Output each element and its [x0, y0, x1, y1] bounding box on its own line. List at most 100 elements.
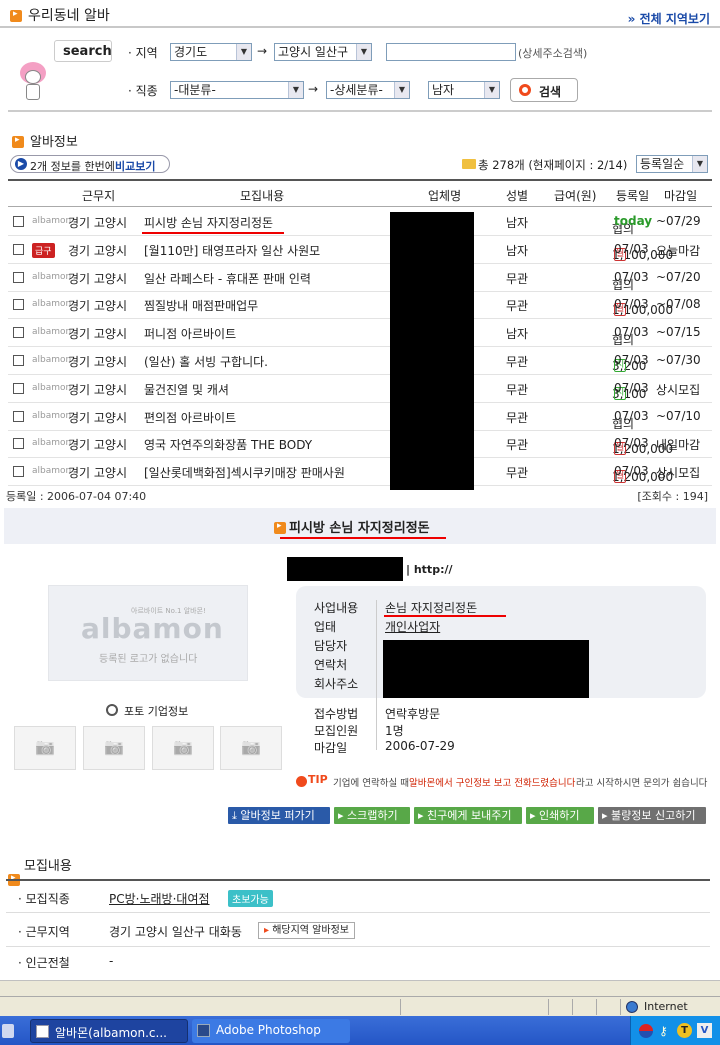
horizontal-scrollbar[interactable] [0, 980, 720, 996]
tip-label: TIP [308, 773, 328, 786]
field-label: 마감일 [314, 741, 348, 755]
tray-icon[interactable]: T [677, 1023, 692, 1038]
table-row[interactable]: 급구 경기 고양시 [월110만] 태영프라자 일산 사원모 남자 1,100,000 월… [8, 236, 712, 264]
row-checkbox[interactable] [13, 243, 24, 255]
table-row[interactable]: albamon 경기 고양시 물건진열 및 캐셔 무관 3,100 시 07/03 상시모집 [8, 375, 712, 403]
row-checkbox[interactable] [13, 299, 24, 311]
compare-box[interactable]: ▶ 2개 정보를 한번에 비교보기 [10, 155, 170, 173]
row-title-link[interactable]: 일산 라페스타 - 휴대폰 판매 인력 [144, 270, 311, 287]
area-link[interactable]: ▸ 해당지역 알바정보 [258, 922, 355, 939]
security-zone: Internet [644, 1000, 688, 1013]
scrap-button[interactable]: ▸ 스크랩하기 [334, 807, 410, 824]
row-gender: 무관 [506, 382, 529, 397]
search-button[interactable]: 검색 [510, 78, 578, 102]
status-bar: Internet [0, 996, 720, 1016]
job-select-category[interactable]: -대분류- ▼ [170, 81, 304, 99]
chevron-down-icon: ▼ [236, 44, 251, 60]
photo-thumb[interactable] [152, 726, 214, 770]
albamon-tag: albamon [32, 271, 72, 282]
recruit-title: 모집내용 [24, 859, 72, 874]
job-type-link[interactable]: PC방·노래방·대여점 [109, 890, 210, 907]
albamon-tag: albamon [32, 466, 72, 477]
row-title-link[interactable]: [일산롯데백화점]섹시쿠키매장 판매사원 [144, 464, 345, 481]
urgent-badge: 급구 [32, 242, 55, 258]
region-select-city[interactable]: 고양시 일산구 ▼ [274, 43, 372, 61]
row-gender: 무관 [506, 355, 529, 369]
row-title-link[interactable]: (일산) 홀 서빙 구합니다. [144, 353, 268, 370]
table-row[interactable]: albamon 경기 고양시 퍼니점 아르바이트 남자 협의 07/03 ~07/15 [8, 319, 712, 348]
table-row[interactable]: albamon 경기 고양시 [일산롯데백화점]섹시쿠키매장 판매사원 무관 1,200… [8, 458, 712, 487]
search-logo: search [54, 40, 112, 62]
row-checkbox[interactable] [13, 410, 24, 422]
table-row[interactable]: albamon 경기 고양시 (일산) 홀 서빙 구합니다. 무관 3,200 시 07/0… [8, 347, 712, 375]
row-deadline: ~07/20 [656, 269, 701, 284]
share-button[interactable]: ⤓ 알바정보 퍼가기 [228, 807, 330, 824]
compare-link[interactable]: 비교보기 [115, 158, 155, 174]
table-row[interactable]: albamon 경기 고양시 영국 자연주의화장품 THE BODY 무관 1,200,… [8, 430, 712, 459]
company-url[interactable]: | http:// [406, 563, 453, 576]
row-gender: 남자 [506, 327, 529, 342]
row-title-link[interactable]: 찜질방내 매점판매업무 [144, 297, 258, 314]
row-deadline: 내일마감 [656, 438, 701, 453]
field-value[interactable]: 개인사업자 [385, 618, 440, 635]
table-row[interactable]: albamon 경기 고양시 피시방 손님 자지정리정돈 남자 협의 today ~07/2… [8, 208, 712, 236]
row-checkbox[interactable] [13, 327, 24, 339]
row-location: 경기 고양시 [68, 466, 128, 481]
sort-select[interactable]: 등록일순 ▼ [636, 155, 708, 173]
quicklaunch-icon[interactable] [2, 1024, 14, 1038]
tray-icon[interactable]: ⚷ [659, 1024, 673, 1038]
row-gender: 무관 [506, 299, 529, 314]
row-checkbox[interactable] [13, 271, 24, 283]
field-label: 모집인원 [314, 724, 359, 738]
row-title-link[interactable]: 물건진열 및 캐셔 [144, 381, 229, 398]
row-reg-date: 07/03 [614, 241, 649, 256]
report-button[interactable]: ▸ 불량정보 신고하기 [598, 807, 706, 824]
bullet-icon [10, 9, 22, 22]
field-label: 회사주소 [314, 677, 359, 691]
search-panel: search · 지역 경기도 ▼ → 고양시 일산구 ▼ (상세주소검색) · 직… [8, 30, 712, 112]
tip-text: 라고 시작하시면 문의가 쉽습니다 [576, 778, 708, 789]
globe-icon [626, 1001, 638, 1013]
photo-thumb[interactable] [83, 726, 145, 770]
tray-icon[interactable]: V [697, 1023, 712, 1038]
print-button[interactable]: ▸ 인쇄하기 [526, 807, 594, 824]
row-title-link[interactable]: 편의점 아르바이트 [144, 409, 236, 426]
address-input[interactable] [386, 43, 516, 61]
photo-info-link[interactable]: 포토 기업정보 [124, 703, 188, 719]
row-checkbox[interactable] [13, 382, 24, 394]
row-checkbox[interactable] [13, 216, 24, 227]
task-photoshop[interactable]: Adobe Photoshop [192, 1019, 350, 1043]
area-value: 경기 고양시 일산구 대화동 [109, 925, 242, 939]
chevron-down-icon: ▼ [356, 44, 371, 60]
row-location: 경기 고양시 [68, 438, 128, 453]
gender-select[interactable]: 남자 ▼ [428, 81, 500, 99]
detail-title: 피시방 손님 자지정리정돈 [289, 521, 430, 536]
row-checkbox[interactable] [13, 466, 24, 478]
table-row[interactable]: albamon 경기 고양시 편의점 아르바이트 무관 협의 07/03 ~07/10 [8, 403, 712, 431]
row-location: 경기 고양시 [68, 299, 128, 314]
all-region-link[interactable]: » 전체 지역보기 [628, 10, 710, 27]
job-select-subcategory[interactable]: -상세분류- ▼ [326, 81, 410, 99]
row-checkbox[interactable] [13, 438, 24, 450]
row-title-link[interactable]: 피시방 손님 자지정리정돈 [144, 214, 273, 231]
field-label: 접수방법 [314, 707, 359, 721]
row-checkbox[interactable] [13, 355, 24, 366]
row-reg-date: 07/03 [614, 436, 649, 451]
job-label: · 직종 [128, 84, 158, 98]
table-row[interactable]: albamon 경기 고양시 찜질방내 매점판매업무 무관 1,100,000 월 07/0… [8, 291, 712, 320]
photo-thumb[interactable] [14, 726, 76, 770]
send-friend-button[interactable]: ▸ 친구에게 보내주기 [414, 807, 522, 824]
row-title-link[interactable]: [월110만] 태영프라자 일산 사원모 [144, 242, 320, 259]
col-header: 급여(원) [554, 189, 597, 203]
row-title-link[interactable]: 퍼니점 아르바이트 [144, 325, 236, 342]
row-reg-date: 07/03 [614, 408, 649, 423]
folder-icon [462, 159, 476, 169]
field-value: 2006-07-29 [385, 739, 455, 753]
region-select-province[interactable]: 경기도 ▼ [170, 43, 252, 61]
korean-flag-icon[interactable] [639, 1024, 653, 1038]
field-value: 손님 자지정리정돈 [385, 601, 478, 615]
row-title-link[interactable]: 영국 자연주의화장품 THE BODY [144, 436, 312, 453]
photo-thumb[interactable] [220, 726, 282, 770]
table-row[interactable]: albamon 경기 고양시 일산 라페스타 - 휴대폰 판매 인력 무관 협의 07/0… [8, 264, 712, 292]
task-browser[interactable]: 알바몬(albamon.c... [30, 1019, 188, 1043]
